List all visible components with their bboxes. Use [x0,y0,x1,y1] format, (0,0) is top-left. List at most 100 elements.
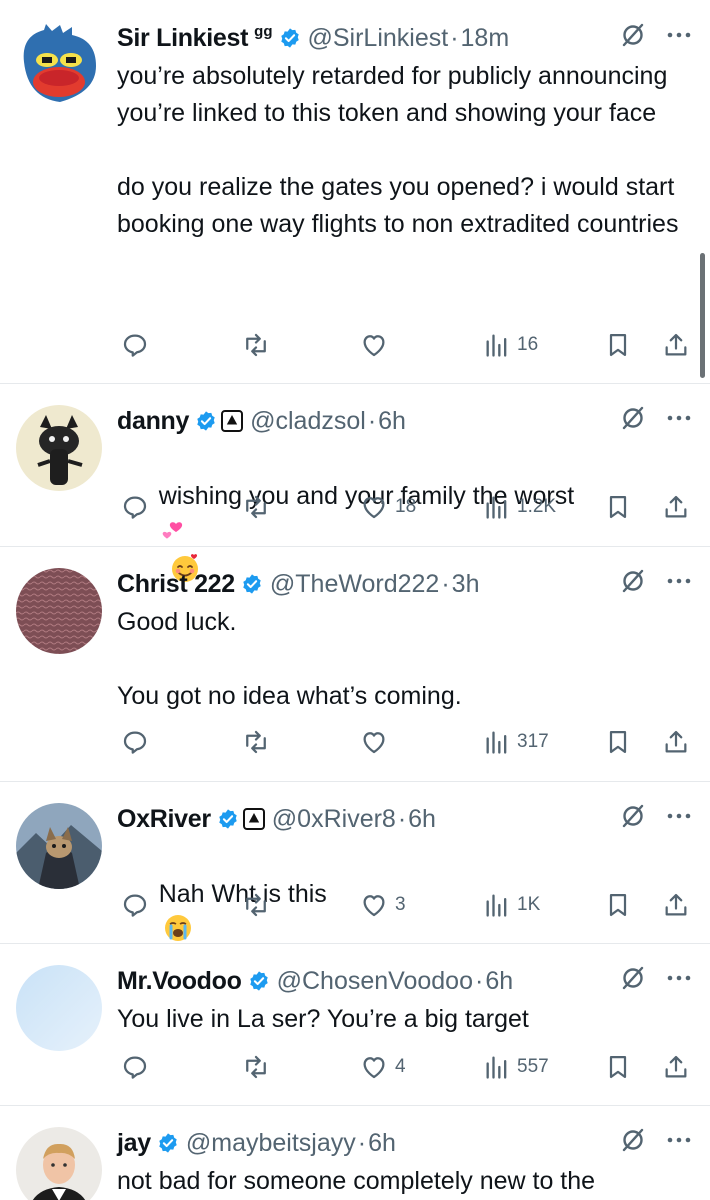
like-button[interactable] [359,722,389,762]
likes-count: 18 [395,496,417,517]
display-name[interactable]: jay [117,1129,151,1158]
more-dots-icon[interactable] [666,1136,692,1144]
separator: · [357,1128,367,1157]
views-button[interactable]: 557 [483,1047,549,1087]
more-dots-icon[interactable] [666,812,692,820]
avatar[interactable] [16,568,102,654]
display-name[interactable]: danny [117,407,189,436]
reply-button[interactable] [120,487,150,527]
share-button[interactable] [662,722,690,762]
more-dots-icon[interactable] [666,577,692,585]
share-button[interactable] [662,325,690,365]
handle[interactable]: @cladzsol [250,407,366,436]
bar-chart-icon [483,1052,511,1082]
like-button[interactable]: 4 [359,1047,406,1087]
timestamp[interactable]: 6h [368,1129,396,1158]
reply-button[interactable] [120,325,150,365]
reply-text: you’re absolutely retarded for publicly … [117,62,679,238]
grok-slash-icon[interactable] [620,568,646,594]
share-button[interactable] [662,885,690,925]
timestamp[interactable]: 3h [452,570,480,599]
display-name[interactable]: Sir Linkiest [117,24,248,53]
verified-badge-icon [195,410,217,432]
like-button[interactable]: 3 [359,885,406,925]
verified-badge-icon [157,1132,179,1154]
affiliate-triangle-icon[interactable] [221,410,244,432]
action-bar: 16 [0,325,710,365]
grok-slash-icon[interactable] [620,803,646,829]
reply-item[interactable]: Christ 222 @TheWord222 · 3h Good luck. Y… [0,546,710,782]
avatar[interactable] [16,803,102,889]
timestamp[interactable]: 6h [408,805,436,834]
bar-chart-icon [483,727,511,757]
reply-item[interactable]: jay @maybeitsjayy · 6h not bad for someo… [0,1105,710,1200]
like-button[interactable]: 18 [359,487,416,527]
bookmark-button[interactable] [604,722,632,762]
reply-item[interactable]: OxRiver @0xRiver8 · 6h Nah Wht is this 3… [0,781,710,944]
share-button[interactable] [662,487,690,527]
repost-button[interactable] [241,325,271,365]
separator: · [450,23,459,52]
grok-slash-icon[interactable] [620,1127,646,1153]
views-button[interactable]: 1K [483,885,540,925]
separator: · [474,966,484,995]
reply-header: danny @cladzsol · 6h [117,401,692,441]
avatar[interactable] [16,22,102,108]
reply-button[interactable] [120,722,150,762]
reply-button[interactable] [120,885,150,925]
handle[interactable]: @SirLinkiest [308,24,449,53]
reply-item[interactable]: Sir Linkiest gg @SirLinkiest · 18m you’r… [0,0,710,384]
more-dots-icon[interactable] [666,31,692,39]
reply-button[interactable] [120,1047,150,1087]
bookmark-button[interactable] [604,1047,632,1087]
views-button[interactable]: 16 [483,325,538,365]
timestamp[interactable]: 6h [378,407,406,436]
timestamp[interactable]: 6h [485,967,513,996]
like-button[interactable] [359,325,389,365]
repost-button[interactable] [241,487,271,527]
avatar[interactable] [16,965,102,1051]
affiliate-triangle-icon[interactable] [242,808,265,830]
reply-header: OxRiver @0xRiver8 · 6h [117,799,692,839]
more-dots-icon[interactable] [666,414,692,422]
views-count: 557 [517,1056,549,1077]
bookmark-icon [604,492,632,522]
more-dots-icon[interactable] [666,974,692,982]
speech-bubble-icon [120,727,150,757]
display-name[interactable]: Christ 222 [117,570,235,599]
handle[interactable]: @ChosenVoodoo [277,967,473,996]
verified-badge-icon [241,573,263,595]
bookmark-button[interactable] [604,325,632,365]
scrollbar[interactable] [700,253,705,378]
action-bar: 4 557 [0,1047,710,1087]
speech-bubble-icon [120,1052,150,1082]
share-button[interactable] [662,1047,690,1087]
reply-item[interactable]: danny @cladzsol · 6h wishing you and you… [0,383,710,582]
views-button[interactable]: 317 [483,722,549,762]
reply-item[interactable]: Mr.Voodoo @ChosenVoodoo · 6h You live in… [0,943,710,1106]
bookmark-button[interactable] [604,885,632,925]
display-name[interactable]: Mr.Voodoo [117,967,242,996]
heart-icon [359,890,389,920]
display-name[interactable]: OxRiver [117,805,211,834]
separator: · [441,569,450,598]
heart-icon [359,727,389,757]
grok-slash-icon[interactable] [620,22,646,48]
grok-slash-icon[interactable] [620,405,646,431]
repost-button[interactable] [241,1047,271,1087]
repost-button[interactable] [241,885,271,925]
verified-badge-icon [279,27,301,49]
bookmark-button[interactable] [604,487,632,527]
handle[interactable]: @maybeitsjayy [186,1129,356,1158]
reply-text: You live in La ser? You’re a big target [117,1005,529,1033]
avatar[interactable] [16,1127,102,1200]
handle[interactable]: @0xRiver8 [272,805,396,834]
views-button[interactable]: 1.2K [483,487,556,527]
bar-chart-icon [483,330,511,360]
avatar[interactable] [16,405,102,491]
handle[interactable]: @TheWord222 [270,570,439,599]
grok-slash-icon[interactable] [620,965,646,991]
separator: · [397,804,407,833]
timestamp[interactable]: 18m [461,24,510,53]
repost-button[interactable] [241,722,271,762]
